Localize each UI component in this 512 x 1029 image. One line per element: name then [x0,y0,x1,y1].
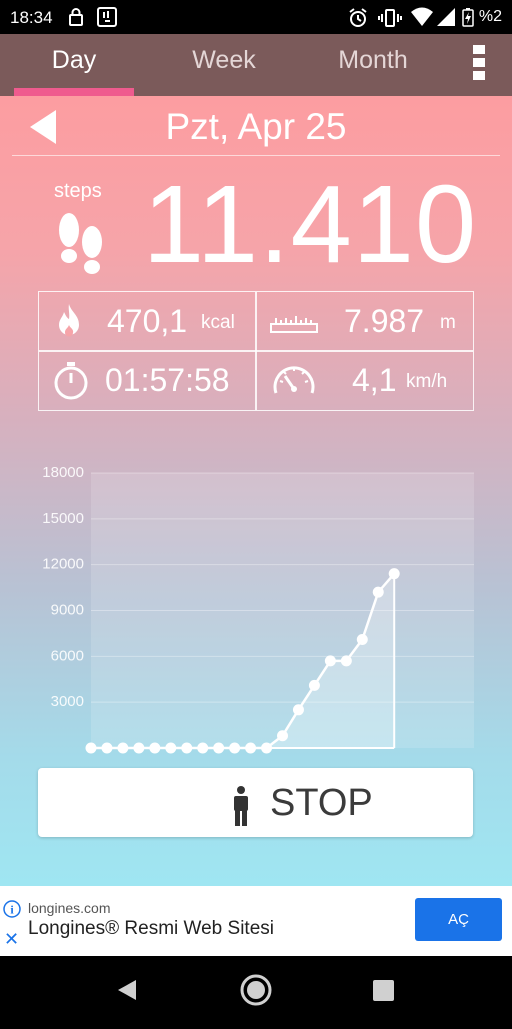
data-point [197,742,209,754]
data-point [165,742,177,754]
speedometer-icon [270,359,318,406]
tab-month[interactable]: Month [313,46,433,75]
y-tick-label: 6000 [51,647,84,664]
speed-cell: 4,1 km/h [256,351,472,409]
footprints-icon [52,208,112,283]
stop-button[interactable]: STOP [38,768,473,837]
divider [12,155,500,156]
status-time: 18:34 [10,8,53,27]
vibrate-icon [378,7,402,34]
flame-icon [49,301,89,346]
y-tick-label: 15000 [42,510,84,527]
active-tab-indicator [14,88,134,96]
stop-button-label: STOP [270,782,373,824]
battery-percent: %2 [478,8,502,25]
ad-domain: longines.com [28,900,111,916]
system-navigation-bar [0,956,512,1024]
data-point [388,568,400,580]
alarm-icon [347,7,369,34]
y-tick-label: 9000 [51,602,84,619]
speed-unit: km/h [406,371,448,392]
svg-text:i: i [10,903,14,917]
data-point [85,742,97,754]
lock-icon [66,7,86,32]
status-bar: 18:34 %2 [0,0,512,34]
data-point [229,742,241,754]
duration-cell: 01:57:58 [39,351,255,409]
data-point [133,742,145,754]
data-point [340,655,352,667]
data-point [277,730,288,742]
app-notification-icon [96,7,118,32]
data-point [372,586,384,598]
ad-info-icon[interactable]: i [3,900,21,923]
ad-close-icon[interactable]: ✕ [4,930,19,948]
tab-bar: Day Week Month [0,34,512,96]
data-point [117,742,129,754]
data-point [324,655,336,667]
distance-unit: m [440,312,456,333]
data-point [308,679,320,691]
nav-home-icon[interactable] [240,974,272,1006]
signal-icon [436,7,456,32]
battery-charging-icon [462,7,474,32]
calories-unit: kcal [201,312,235,333]
date-navigation: Pzt, Apr 25 [0,96,512,156]
data-point [149,742,161,754]
y-tick-label: 18000 [42,464,84,481]
data-point [356,634,368,646]
y-tick-label: 3000 [51,693,84,710]
wifi-icon [410,7,434,32]
nav-recents-icon[interactable] [373,980,394,1001]
ad-banner[interactable]: i ✕ longines.com Longines® Resmi Web Sit… [0,886,512,956]
distance-value: 7.987 [344,303,425,339]
person-icon [230,786,252,831]
data-point [213,742,225,754]
duration-value: 01:57:58 [105,362,230,398]
data-point [261,742,273,754]
speed-value: 4,1 [352,362,397,398]
y-tick-label: 12000 [42,556,84,573]
tab-day[interactable]: Day [14,46,134,75]
overflow-menu-icon[interactable] [472,45,486,83]
steps-count: 11.410 [142,163,478,286]
date-title: Pzt, Apr 25 [165,106,347,147]
pedometer-app: Day Week Month Pzt, Apr 25 steps 11.410 … [0,34,512,886]
calories-value: 470,1 [107,303,188,339]
distance-cell: 7.987 m [256,292,472,350]
stopwatch-icon [51,359,91,406]
tab-week[interactable]: Week [164,46,284,75]
steps-line-chart: 3000600090001200015000180002468101214161… [42,464,474,754]
ad-open-button[interactable]: AÇ [415,898,502,941]
stats-grid: 470,1 kcal 7.987 m 01:57:58 4,1 km/h [38,291,474,411]
data-point [292,704,304,716]
ad-headline[interactable]: Longines® Resmi Web Sitesi [28,918,274,940]
ruler-icon [270,306,318,341]
data-point [181,742,193,754]
steps-label: steps [54,180,102,202]
data-point [101,742,113,754]
calories-cell: 470,1 kcal [39,292,255,350]
nav-back-icon[interactable] [118,980,136,1000]
data-point [245,742,257,754]
